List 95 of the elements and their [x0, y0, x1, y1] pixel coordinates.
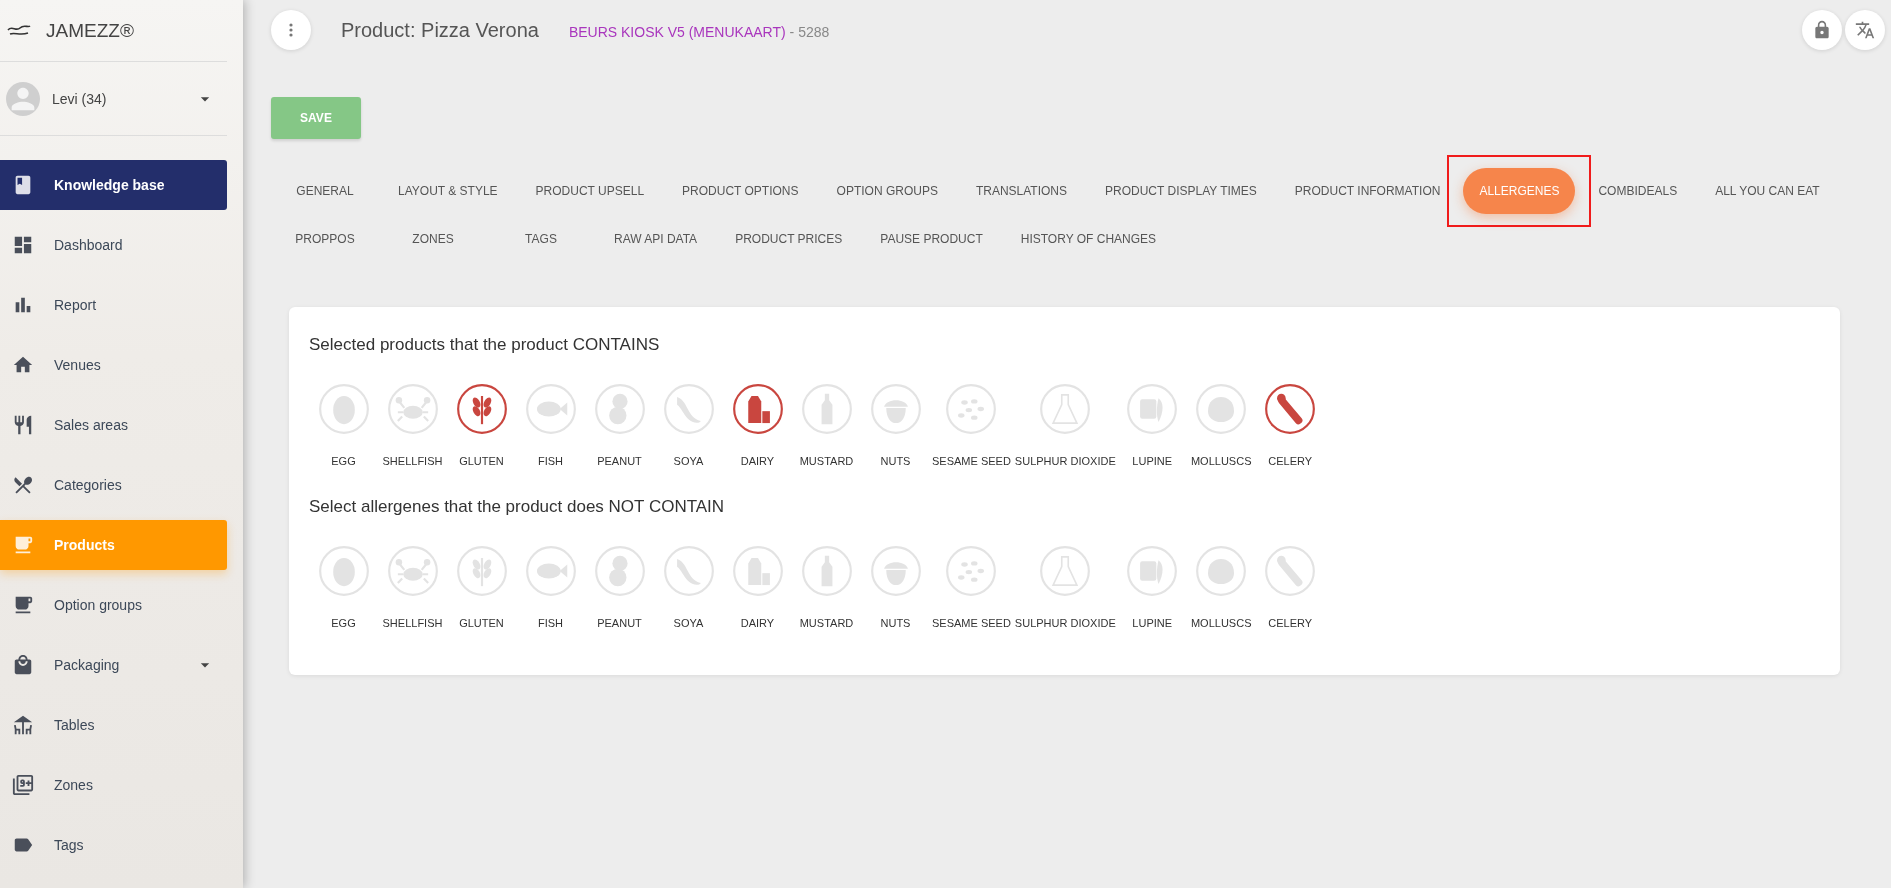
translate-button[interactable]	[1845, 10, 1885, 50]
sidebar-item[interactable]: Packaging	[0, 640, 227, 690]
peanut-icon[interactable]	[593, 545, 646, 597]
bag-icon	[12, 654, 34, 676]
bottle-icon[interactable]	[800, 545, 853, 597]
allergen-label: MOLLUSCS	[1190, 455, 1252, 467]
tab[interactable]: PROPPOS	[275, 216, 375, 262]
sidebar-item[interactable]: Venues	[0, 340, 227, 390]
crab-icon[interactable]	[386, 545, 439, 597]
acorn-icon[interactable]	[869, 545, 922, 597]
sidebar-item[interactable]: Tags	[0, 820, 227, 870]
milk-carton-icon[interactable]	[731, 383, 784, 435]
wheat-icon[interactable]	[455, 383, 508, 435]
tab[interactable]: GENERAL	[275, 168, 375, 214]
tab[interactable]: TRANSLATIONS	[960, 168, 1082, 214]
allergen-label: SHELLFISH	[382, 617, 443, 629]
allergen-label: EGG	[331, 455, 356, 467]
allergen-label: CELERY	[1268, 617, 1313, 629]
fish-icon[interactable]	[524, 545, 577, 597]
allergen-label: PEANUT	[597, 455, 642, 467]
bottle-icon[interactable]	[800, 383, 853, 435]
crab-icon[interactable]	[386, 383, 439, 435]
egg-icon[interactable]	[317, 545, 370, 597]
tab[interactable]: PRODUCT INFORMATION	[1279, 168, 1456, 214]
more-button[interactable]	[271, 10, 311, 50]
section-title: Selected products that the product CONTAINS	[309, 335, 661, 355]
allergen-label: MUSTARD	[799, 617, 854, 629]
dashboard-icon	[12, 234, 34, 256]
fork-knife-icon	[12, 414, 34, 436]
sidebar-item[interactable]: Dashboard	[0, 220, 227, 270]
tab[interactable]: PRODUCT PRICES	[720, 216, 858, 262]
allergen-label: EGG	[331, 617, 356, 629]
lock-button[interactable]	[1802, 10, 1842, 50]
tab[interactable]: HISTORY OF CHANGES	[1005, 216, 1172, 262]
allergen-label: LUPINE	[1132, 617, 1173, 629]
sidebar-item[interactable]: Option groups	[0, 580, 227, 630]
allergen-label: FISH	[537, 455, 564, 467]
menu-reference: BEURS KIOSK V5 (MENUKAART) - 5288	[568, 23, 831, 40]
table-icon	[12, 714, 34, 736]
sidebar-item[interactable]: Sales areas	[0, 400, 227, 450]
allergen-label: GLUTEN	[459, 455, 504, 467]
flask-icon[interactable]	[1039, 383, 1092, 435]
sidebar-item[interactable]: Knowledge base	[0, 160, 227, 210]
translate-icon	[1855, 20, 1875, 40]
allergen-label: LUPINE	[1132, 455, 1173, 467]
allergen-label: PEANUT	[597, 617, 642, 629]
peanut-icon[interactable]	[593, 383, 646, 435]
fish-icon[interactable]	[524, 383, 577, 435]
tab[interactable]: LAYOUT & STYLE	[383, 168, 513, 214]
tab[interactable]: RAW API DATA	[599, 216, 713, 262]
allergen-label: SESAME SEED	[932, 617, 1011, 629]
allergen-label: SULPHUR DIOXIDE	[1014, 617, 1116, 629]
spoon-fork-icon	[12, 474, 34, 496]
tab[interactable]: ALL YOU CAN EAT	[1700, 168, 1835, 214]
allergen-label: SOYA	[673, 455, 704, 467]
allergen-label: MUSTARD	[799, 455, 854, 467]
tab[interactable]: TAGS	[491, 216, 591, 262]
tab[interactable]: OPTION GROUPS	[821, 168, 953, 214]
more-icon	[289, 23, 293, 37]
flask-icon[interactable]	[1039, 545, 1092, 597]
menu-link[interactable]: BEURS KIOSK V5 (MENUKAART)	[568, 24, 786, 40]
allergen-label: SOYA	[673, 617, 704, 629]
sidebar-item[interactable]: Categories	[0, 460, 227, 510]
avatar-icon	[6, 81, 40, 116]
allergen-label: DAIRY	[740, 617, 775, 629]
allergen-label: MOLLUSCS	[1190, 617, 1252, 629]
tab[interactable]: PRODUCT DISPLAY TIMES	[1090, 168, 1272, 214]
seeds-icon[interactable]	[945, 383, 998, 435]
seeds-icon[interactable]	[945, 545, 998, 597]
lock-icon	[1812, 20, 1832, 40]
acorn-icon[interactable]	[869, 383, 922, 435]
allergen-label: DAIRY	[740, 455, 775, 467]
tab[interactable]: COMBIDEALS	[1583, 168, 1693, 214]
tab[interactable]: PRODUCT OPTIONS	[667, 168, 814, 214]
sidebar-item[interactable]: Tables	[0, 700, 227, 750]
user-name[interactable]: Levi (34)	[52, 90, 183, 107]
tab[interactable]: PRODUCT UPSELL	[520, 168, 660, 214]
allergen-label: CELERY	[1268, 455, 1313, 467]
page-title: Product: Pizza Verona	[341, 18, 539, 42]
allergen-label: GLUTEN	[459, 617, 504, 629]
sidebar-item[interactable]: Zones	[0, 760, 227, 810]
allergen-label: SESAME SEED	[932, 455, 1011, 467]
stack-icon	[12, 774, 34, 796]
tab[interactable]: ZONES	[383, 216, 483, 262]
allergen-label: FISH	[537, 617, 564, 629]
brand-name: JAMEZZ®	[46, 19, 134, 42]
allergen-label: SULPHUR DIOXIDE	[1014, 455, 1116, 467]
allergen-label: SHELLFISH	[382, 455, 443, 467]
section-title: Select allergenes that the product does NOT CONTAIN	[309, 497, 726, 517]
egg-icon[interactable]	[317, 383, 370, 435]
logo-icon	[6, 23, 32, 38]
sidebar-item[interactable]: Report	[0, 280, 227, 330]
allergen-label: NUTS	[880, 617, 911, 629]
allergen-label: NUTS	[880, 455, 911, 467]
tab[interactable]: PAUSE PRODUCT	[865, 216, 998, 262]
